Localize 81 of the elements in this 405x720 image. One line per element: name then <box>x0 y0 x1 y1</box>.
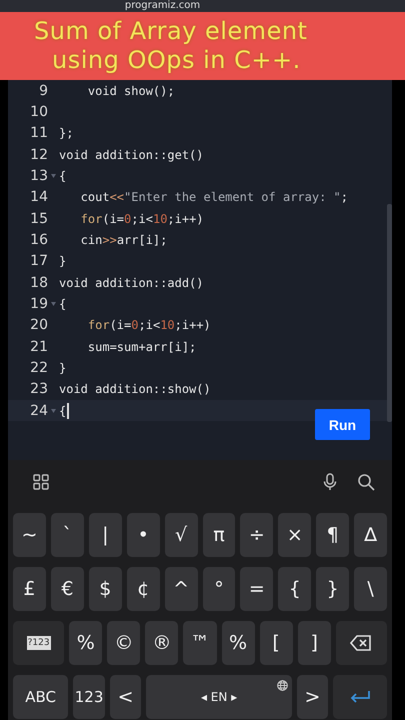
line-number: 21 <box>30 338 48 355</box>
line-number: 9 <box>39 82 48 99</box>
keyboard-key[interactable]: = <box>240 567 274 611</box>
line-number: 18 <box>30 274 48 291</box>
line-number: 24 <box>30 402 48 419</box>
code-line: void show(); <box>86 84 175 98</box>
keyboard-key[interactable]: ° <box>202 567 236 611</box>
code-line: for(i=0;i<10;i++) <box>80 212 204 226</box>
backspace-key[interactable] <box>336 621 387 665</box>
code-line: { <box>59 404 66 418</box>
keyboard-key[interactable]: ] <box>298 621 331 665</box>
keyboard-key[interactable]: £ <box>13 567 46 611</box>
keyboard-key[interactable]: ^ <box>164 567 198 611</box>
line-number: 10 <box>30 104 48 120</box>
keyboard-key[interactable]: ™ <box>183 621 216 665</box>
code-line: for(i=0;i<10;i++) <box>86 318 211 332</box>
keyboard-key[interactable]: × <box>278 513 312 557</box>
keyboard-key[interactable]: ÷ <box>240 513 274 557</box>
code-line: { <box>59 168 66 183</box>
symbols-key[interactable]: ?123 <box>13 621 64 665</box>
globe-icon <box>276 680 288 691</box>
line-number: 14 <box>30 189 48 206</box>
code-line: } <box>59 254 66 268</box>
address-text: programiz.com <box>124 0 200 12</box>
keyboard-key[interactable]: % <box>222 621 255 665</box>
keyboard-key[interactable]: > <box>296 675 328 719</box>
keyboard-key[interactable]: < <box>110 675 142 719</box>
keyboard-key[interactable]: 123 <box>73 675 105 719</box>
text-cursor <box>67 402 69 419</box>
code-line: void addition::show() <box>59 382 211 396</box>
code-line: cin>>arr[i]; <box>80 232 168 247</box>
keyboard-key[interactable]: ® <box>145 621 178 665</box>
keyboard-key[interactable]: ABC <box>13 675 68 719</box>
code-line: } <box>59 360 66 375</box>
line-number: 23 <box>30 381 48 398</box>
keyboard-key[interactable]: © <box>107 621 140 665</box>
keyboard-key[interactable]: π <box>202 513 236 557</box>
line-number: 17 <box>30 253 48 270</box>
keyboard-key[interactable]: ¶ <box>316 513 350 557</box>
keyboard-key[interactable]: $ <box>88 567 122 611</box>
code-line: }; <box>59 126 74 140</box>
run-button[interactable]: Run <box>315 409 370 440</box>
code-line: cout<<"Enter the element of array: "; <box>80 190 348 204</box>
search-icon[interactable] <box>357 472 375 490</box>
space-key[interactable]: ◂ EN ▸ <box>146 675 292 719</box>
keyboard-key[interactable]: ` <box>50 513 84 557</box>
keyboard-key[interactable]: \ <box>354 567 388 611</box>
line-number: 19 <box>30 296 48 312</box>
line-number: 12 <box>30 146 48 163</box>
line-number: 16 <box>30 232 48 248</box>
apps-grid-icon[interactable] <box>33 474 49 490</box>
fold-caret-icon[interactable] <box>50 408 56 413</box>
fold-caret-icon[interactable] <box>50 302 56 306</box>
keyboard-key[interactable]: % <box>69 621 102 665</box>
code-line: { <box>59 296 66 311</box>
keyboard-key[interactable]: ¢ <box>126 567 160 611</box>
keyboard-key[interactable]: • <box>126 513 160 557</box>
keyboard-key[interactable]: } <box>316 567 350 611</box>
line-number: 13 <box>30 168 48 184</box>
code-line: void addition::get() <box>59 148 204 162</box>
keyboard-key[interactable]: ∆ <box>354 513 388 557</box>
line-number: 15 <box>30 210 48 227</box>
banner-text: using OOps in C++. <box>51 46 302 75</box>
code-line: void addition::add() <box>59 276 204 290</box>
keyboard-key[interactable]: | <box>88 513 122 557</box>
backspace-icon[interactable] <box>350 635 372 651</box>
line-number: 20 <box>30 317 48 334</box>
line-number: 11 <box>30 125 48 142</box>
keyboard-key[interactable]: ~ <box>13 513 46 557</box>
enter-key[interactable] <box>333 675 387 719</box>
microphone-icon[interactable] <box>323 472 337 490</box>
keyboard-key[interactable]: √ <box>164 513 198 557</box>
keyboard-key[interactable]: € <box>50 567 84 611</box>
enter-arrow-icon[interactable] <box>349 690 372 704</box>
scrollbar[interactable] <box>387 204 392 422</box>
banner-text: Sum of Array element <box>34 17 308 46</box>
fold-caret-icon[interactable] <box>50 174 56 178</box>
line-number: 22 <box>30 360 48 376</box>
keyboard-key[interactable]: [ <box>260 621 293 665</box>
code-line: sum=sum+arr[i]; <box>86 340 196 354</box>
keyboard-key[interactable]: { <box>278 567 312 611</box>
